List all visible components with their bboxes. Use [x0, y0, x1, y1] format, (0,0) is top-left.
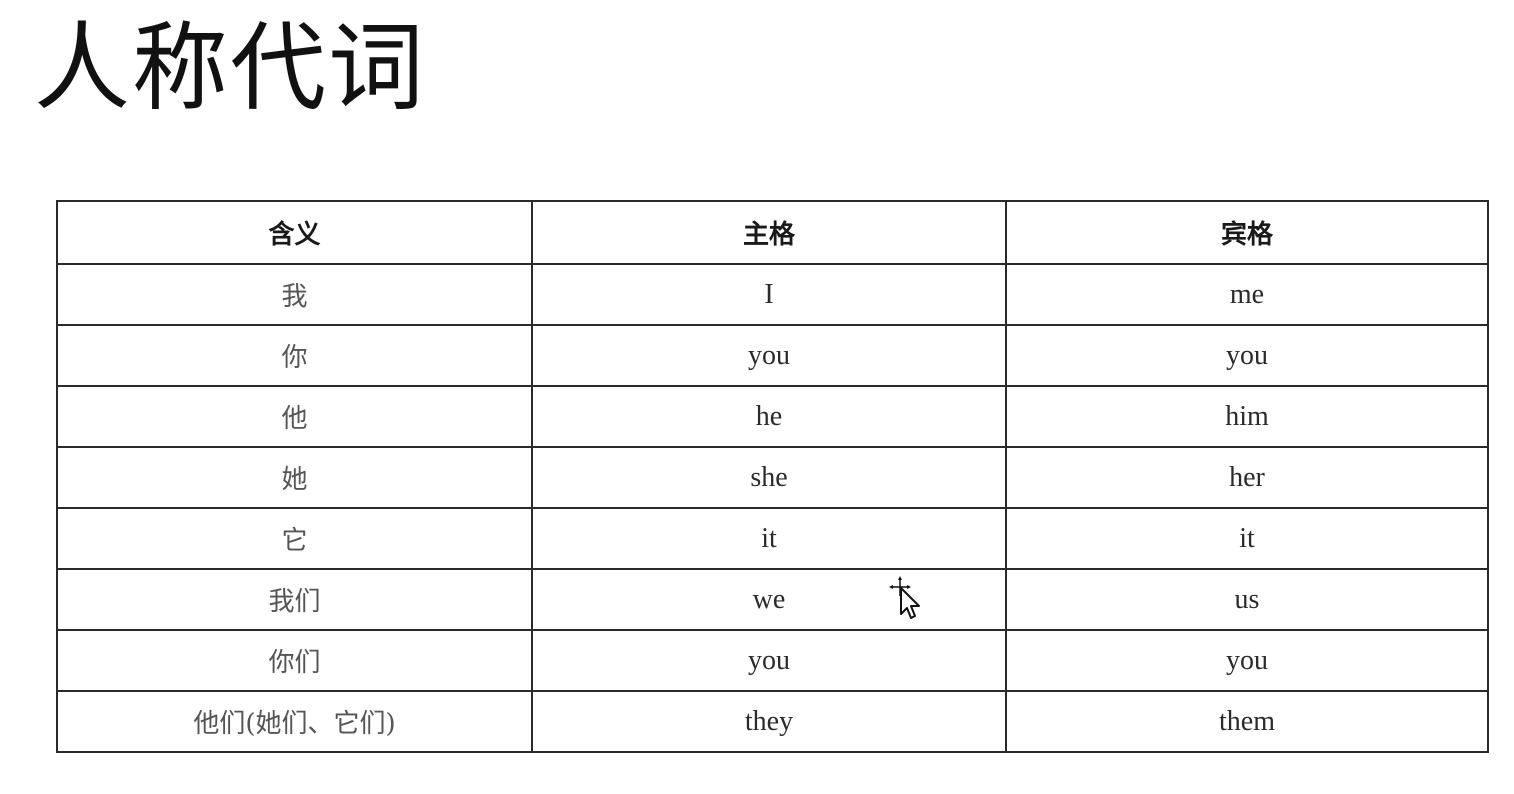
- page-title: 人称代词: [34, 12, 426, 124]
- meaning-cell: 他: [56, 385, 533, 448]
- table-row: 你 you you: [56, 324, 1489, 387]
- table-row: 它 it it: [56, 507, 1489, 570]
- object-cell: it: [1005, 507, 1489, 570]
- meaning-cell: 它: [56, 507, 533, 570]
- header-meaning: 含义: [56, 200, 533, 265]
- meaning-cell: 她: [56, 446, 533, 509]
- object-cell: you: [1005, 324, 1489, 387]
- subject-cell: it: [531, 507, 1007, 570]
- header-object-case: 宾格: [1005, 200, 1489, 265]
- header-subject-case: 主格: [531, 200, 1007, 265]
- subject-cell: I: [531, 263, 1007, 326]
- object-cell: me: [1005, 263, 1489, 326]
- meaning-cell: 他们(她们、它们): [56, 690, 533, 753]
- object-cell: you: [1005, 629, 1489, 692]
- move-cursor-icon: [889, 576, 920, 619]
- subject-cell: you: [531, 629, 1007, 692]
- table-row: 她 she her: [56, 446, 1489, 509]
- subject-cell: they: [531, 690, 1007, 753]
- table-row: 我们 we us: [56, 568, 1489, 631]
- object-cell: them: [1005, 690, 1489, 753]
- meaning-cell: 你: [56, 324, 533, 387]
- subject-cell: you: [531, 324, 1007, 387]
- subject-cell: he: [531, 385, 1007, 448]
- meaning-cell: 我: [56, 263, 533, 326]
- object-cell: us: [1005, 568, 1489, 631]
- table-row: 他 he him: [56, 385, 1489, 448]
- table-row: 我 I me: [56, 263, 1489, 326]
- pronoun-table: 含义 主格 宾格 我 I me 你 you you 他 he him 她 she…: [56, 200, 1489, 753]
- object-cell: him: [1005, 385, 1489, 448]
- subject-cell: she: [531, 446, 1007, 509]
- meaning-cell: 我们: [56, 568, 533, 631]
- meaning-cell: 你们: [56, 629, 533, 692]
- table-row: 你们 you you: [56, 629, 1489, 692]
- table-row: 他们(她们、它们) they them: [56, 690, 1489, 753]
- object-cell: her: [1005, 446, 1489, 509]
- subject-cell: we: [531, 568, 1007, 631]
- table-header-row: 含义 主格 宾格: [56, 200, 1489, 265]
